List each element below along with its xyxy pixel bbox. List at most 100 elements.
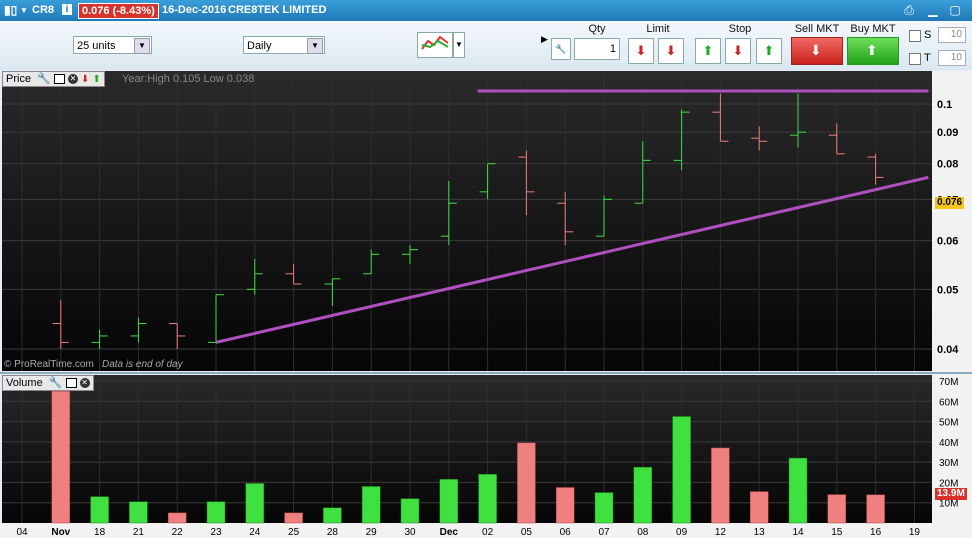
indicator-dropdown-icon[interactable]: ▼ xyxy=(453,32,465,58)
price-tick-label: 0.08 xyxy=(937,159,958,171)
up-arrow-icon[interactable]: ⬆ xyxy=(92,74,100,85)
minimize-icon[interactable]: ▁ xyxy=(924,3,942,17)
support-trendline xyxy=(215,175,929,344)
wrench-icon[interactable]: 🔧 xyxy=(551,38,571,60)
maximize-icon[interactable]: ▢ xyxy=(946,3,964,17)
t-checkbox[interactable] xyxy=(909,53,921,65)
stop-buy-button[interactable]: ⬆ xyxy=(695,38,721,64)
x-tick-label: 21 xyxy=(133,527,145,538)
volume-bar xyxy=(129,501,148,524)
x-tick-label: 29 xyxy=(366,527,378,538)
volume-bar xyxy=(51,390,71,524)
limit-buy-button[interactable]: ⬇ xyxy=(628,38,654,64)
dropdown-icon[interactable]: ▼ xyxy=(20,6,28,15)
t-label: T xyxy=(924,52,931,64)
volume-bar xyxy=(90,496,109,524)
units-value: 25 units xyxy=(77,40,116,52)
x-tick-label: 08 xyxy=(637,527,649,538)
volume-tick-label: 60M xyxy=(939,397,958,408)
price-panel-bg xyxy=(2,71,932,371)
chevron-down-icon[interactable]: ▼ xyxy=(307,38,323,54)
info-icon[interactable]: i xyxy=(62,4,72,15)
price-panel-header: Price 🔧 ✕ ⬇ ⬆ xyxy=(2,71,105,87)
volume-bar xyxy=(633,466,653,524)
window-icon[interactable] xyxy=(53,74,65,85)
volume-bar xyxy=(672,416,691,524)
price-tick-label: 0.1 xyxy=(937,99,952,111)
y-axis-area xyxy=(932,71,972,523)
indicator-icon[interactable] xyxy=(417,32,453,58)
toolbar: 25 units ▼ Daily ▼ ▼ ▶ 🔧 Qty 1 Limit ⬇ ⬇… xyxy=(0,21,972,71)
buy-market-button[interactable]: ⬆ xyxy=(847,37,899,65)
volume-bar xyxy=(439,479,459,524)
x-tick-label: 06 xyxy=(560,527,572,538)
wrench-icon[interactable]: 🔧 xyxy=(37,73,51,85)
x-tick-label: Dec xyxy=(440,527,459,538)
close-icon[interactable]: ✕ xyxy=(67,74,78,85)
window-icon[interactable] xyxy=(65,378,77,389)
units-select[interactable]: 25 units ▼ xyxy=(73,36,152,54)
print-icon[interactable]: ⎙ xyxy=(900,3,918,17)
volume-bar xyxy=(827,494,847,524)
t-value-field[interactable]: 10 xyxy=(938,50,966,66)
x-tick-label: 12 xyxy=(715,527,727,538)
qty-label: Qty xyxy=(588,23,606,35)
volume-bar xyxy=(711,447,730,524)
last-volume-badge: 13.9M xyxy=(935,488,967,500)
price-tick-label: 0.06 xyxy=(937,236,958,248)
stop-trail-button[interactable]: ⬆ xyxy=(756,38,782,64)
title-bar: ▮▯ ▼ CR8 i 0.076 (-8.43%) 16-Dec-2016 CR… xyxy=(0,0,972,21)
volume-bar xyxy=(555,487,575,524)
sell-label: Sell MKT xyxy=(794,23,840,35)
buy-label: Buy MKT xyxy=(850,23,896,35)
x-tick-label: 02 xyxy=(482,527,494,538)
price-tick-label: 0.04 xyxy=(937,344,959,356)
chart-frame xyxy=(0,70,972,538)
down-arrow-icon: ⬇ xyxy=(810,42,822,58)
date-label: 16-Dec-2016 xyxy=(162,4,227,16)
s-checkbox[interactable] xyxy=(909,30,921,42)
volume-tick-label: 10M xyxy=(939,499,958,510)
limit-label: Limit xyxy=(646,23,670,35)
x-tick-label: 04 xyxy=(16,527,28,538)
close-icon[interactable]: ✕ xyxy=(79,378,90,389)
qty-input[interactable]: 1 xyxy=(574,38,620,60)
stop-sell-button[interactable]: ⬇ xyxy=(725,38,751,64)
chevron-down-icon[interactable]: ▼ xyxy=(134,38,150,54)
x-tick-label: 09 xyxy=(676,527,688,538)
x-tick-label: 16 xyxy=(870,527,882,538)
down-arrow-icon: ⬇ xyxy=(732,43,744,58)
chart-icon[interactable]: ▮▯ xyxy=(4,3,17,17)
volume-bar xyxy=(323,507,342,524)
x-tick-label: 13 xyxy=(754,527,766,538)
volume-bar xyxy=(594,492,614,524)
volume-tick-label: 70M xyxy=(939,377,958,388)
x-tick-label: 22 xyxy=(172,527,184,538)
volume-bar xyxy=(788,457,808,524)
ticker-label: CR8 xyxy=(32,4,55,16)
volume-bar xyxy=(866,494,885,524)
volume-tick-label: 40M xyxy=(939,438,958,449)
s-label: S xyxy=(924,29,932,41)
volume-bar xyxy=(749,491,769,524)
down-arrow-icon: ⬇ xyxy=(665,43,677,58)
s-value-field[interactable]: 10 xyxy=(938,27,966,43)
price-tick-label: 0.09 xyxy=(937,127,958,139)
volume-bar xyxy=(245,483,265,524)
up-arrow-icon: ⬆ xyxy=(866,42,878,58)
x-tick-label: 05 xyxy=(521,527,533,538)
period-value: Daily xyxy=(247,40,272,52)
volume-bar xyxy=(206,501,226,524)
wrench-icon[interactable]: 🔧 xyxy=(49,377,63,389)
x-tick-label: 14 xyxy=(792,527,804,538)
sell-market-button[interactable]: ⬇ xyxy=(791,37,843,65)
limit-sell-button[interactable]: ⬇ xyxy=(658,38,684,64)
year-range-info: Year:High 0.105 Low 0.038 xyxy=(122,73,255,85)
collapse-icon[interactable]: ▶ xyxy=(541,34,548,45)
down-arrow-icon[interactable]: ⬇ xyxy=(81,74,89,85)
period-select[interactable]: Daily ▼ xyxy=(243,36,325,54)
price-change-badge: 0.076 (-8.43%) xyxy=(78,3,159,19)
x-tick-label: 07 xyxy=(598,527,610,538)
volume-panel-bg xyxy=(2,375,932,523)
price-tick-label: 0.05 xyxy=(937,284,958,296)
